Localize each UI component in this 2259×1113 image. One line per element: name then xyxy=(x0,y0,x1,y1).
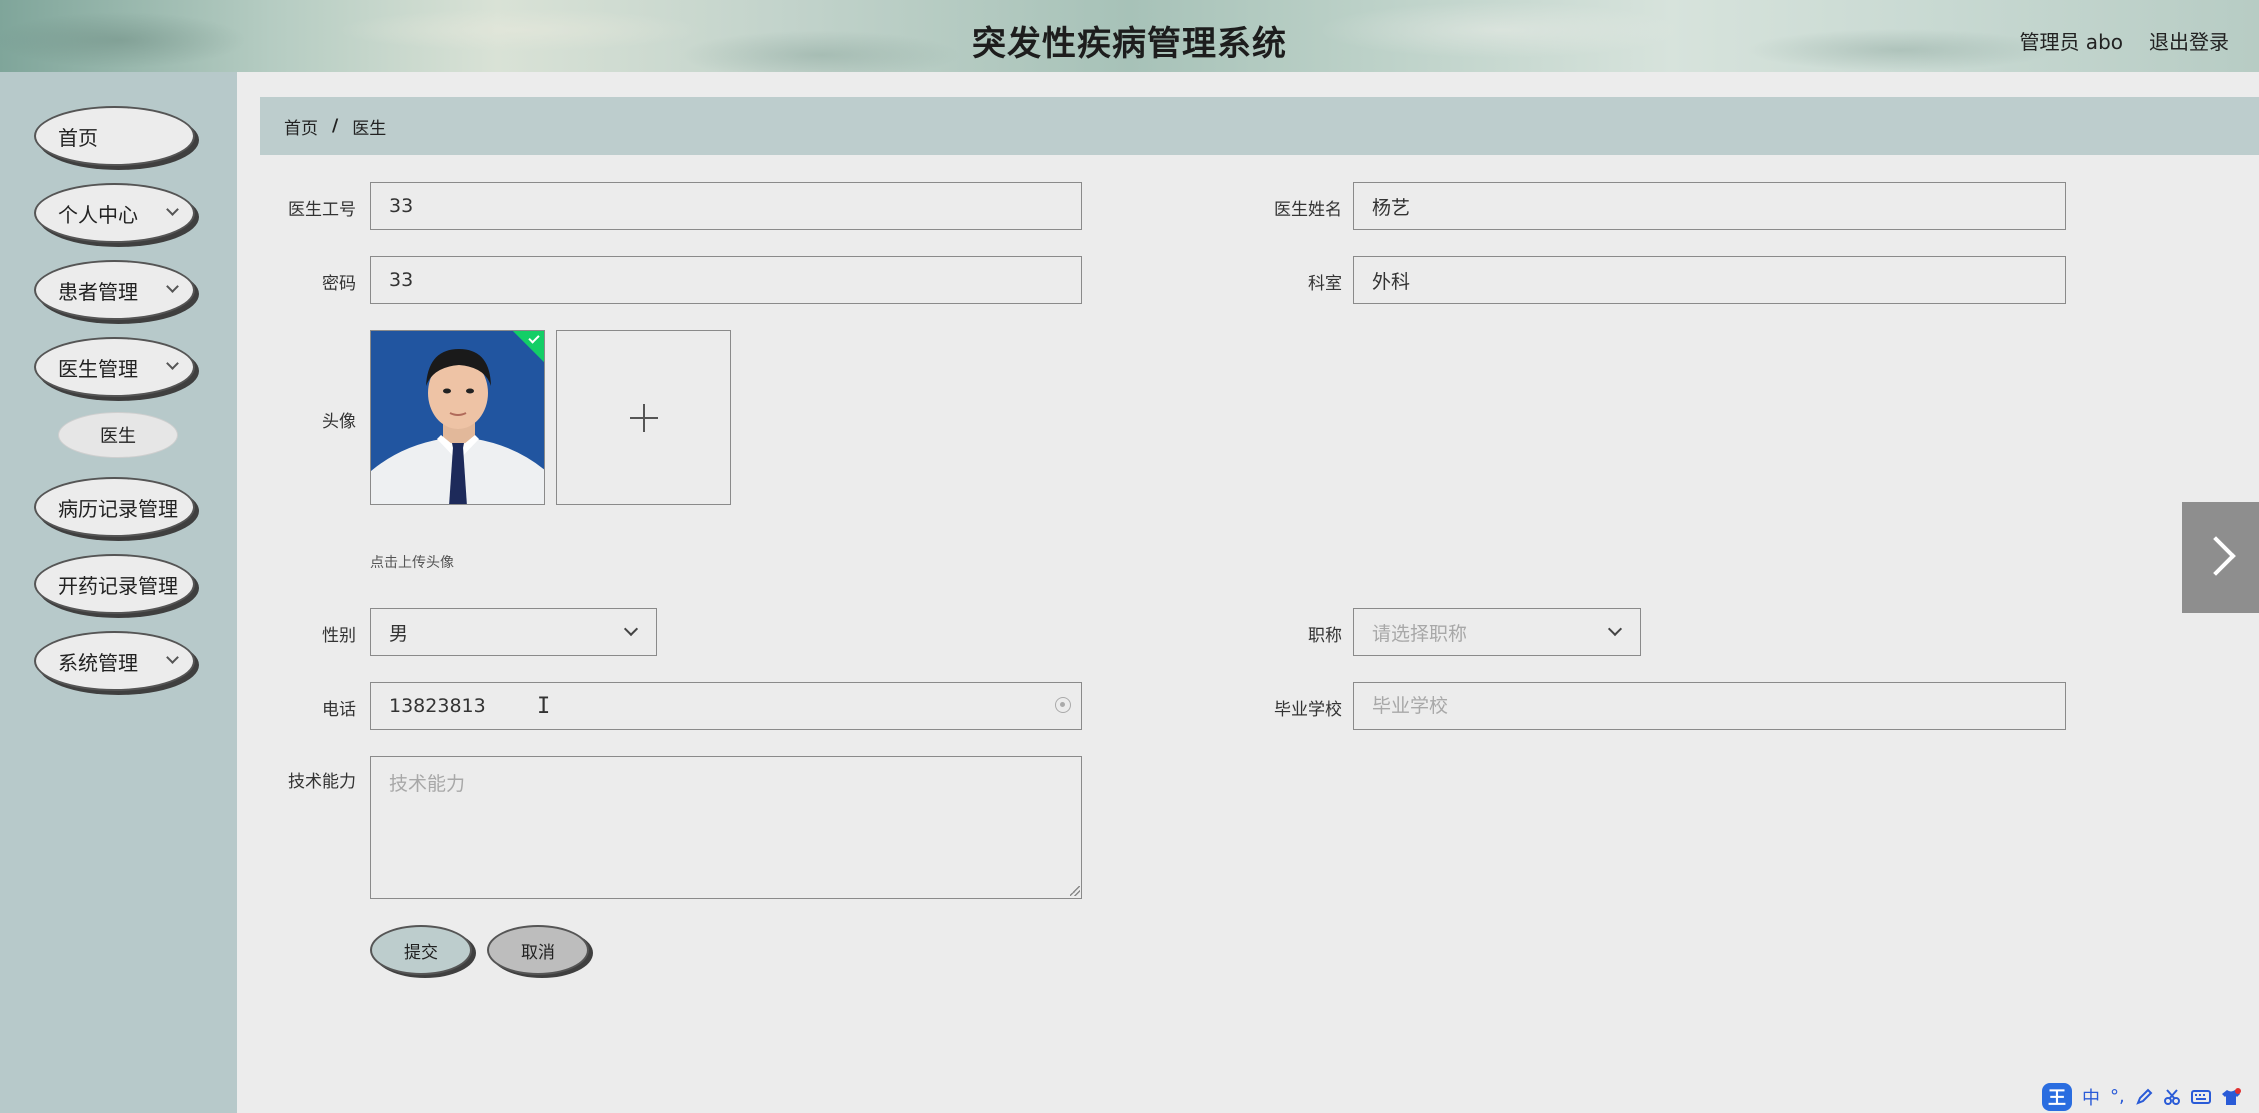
sidebar-item-label: 首页 xyxy=(58,125,98,150)
sidebar-item-label: 医生管理 xyxy=(58,356,138,381)
sidebar-item-label: 患者管理 xyxy=(58,279,138,304)
school-label: 毕业学校 xyxy=(1274,700,1342,720)
chevron-down-icon xyxy=(166,357,179,370)
sidebar-item-label: 个人中心 xyxy=(58,202,138,227)
resize-handle-icon[interactable] xyxy=(1070,886,1080,896)
cancel-button[interactable]: 取消 xyxy=(487,925,589,975)
text-cursor-icon: I xyxy=(537,694,551,719)
department-label: 科室 xyxy=(1308,274,1342,294)
breadcrumb-separator: / xyxy=(332,116,339,136)
skill-textarea[interactable] xyxy=(370,756,1082,899)
title-select[interactable]: 请选择职称 xyxy=(1353,608,1641,656)
skill-label: 技术能力 xyxy=(288,772,356,792)
breadcrumb: 首页 / 医生 xyxy=(260,97,2259,155)
current-user: 管理员 abo xyxy=(2019,30,2123,54)
ime-logo[interactable]: 王 xyxy=(2042,1082,2072,1111)
ime-mode[interactable]: 中 xyxy=(2082,1084,2100,1110)
sidebar: 首页 个人中心 患者管理 医生管理 医生 病历记录管理 开药记录管理 系统管理 xyxy=(0,72,237,1113)
ime-punctuation[interactable]: °, xyxy=(2110,1086,2125,1107)
logout-link[interactable]: 退出登录 xyxy=(2149,26,2229,55)
sidebar-item-personal-center[interactable]: 个人中心 xyxy=(34,183,195,243)
shirt-icon[interactable] xyxy=(2221,1087,2241,1106)
doctor-id-label: 医生工号 xyxy=(288,200,356,220)
submit-button[interactable]: 提交 xyxy=(370,925,472,975)
avatar-upload-hint: 点击上传头像 xyxy=(370,555,454,571)
doctor-photo xyxy=(371,331,544,504)
ime-toolbar: 王 中 °, xyxy=(2042,1080,2259,1113)
avatar-preview[interactable] xyxy=(370,330,545,505)
sidebar-subitem-doctor[interactable]: 医生 xyxy=(58,412,178,458)
doctor-name-label: 医生姓名 xyxy=(1274,200,1342,220)
sidebar-item-label: 开药记录管理 xyxy=(58,573,178,598)
title-label: 职称 xyxy=(1308,626,1342,646)
next-page-button[interactable] xyxy=(2182,502,2259,613)
password-label: 密码 xyxy=(322,274,356,294)
avatar-label: 头像 xyxy=(322,412,356,432)
chevron-down-icon xyxy=(623,621,639,637)
sidebar-item-prescription-records[interactable]: 开药记录管理 xyxy=(34,554,195,614)
school-input[interactable] xyxy=(1353,682,2066,730)
phone-input[interactable] xyxy=(370,682,1082,730)
chevron-down-icon xyxy=(166,651,179,664)
sidebar-item-medical-records[interactable]: 病历记录管理 xyxy=(34,477,195,537)
phone-label: 电话 xyxy=(322,700,356,720)
sidebar-item-doctor-management[interactable]: 医生管理 xyxy=(34,337,195,397)
plus-icon-vertical xyxy=(643,404,645,432)
gender-label: 性别 xyxy=(322,626,356,646)
chevron-down-icon xyxy=(166,203,179,216)
gender-selected-value: 男 xyxy=(389,622,409,645)
scissors-icon[interactable] xyxy=(2163,1088,2181,1106)
sidebar-item-patient-management[interactable]: 患者管理 xyxy=(34,260,195,320)
chevron-down-icon xyxy=(1607,621,1623,637)
app-title: 突发性疾病管理系统 xyxy=(972,24,1287,64)
title-select-placeholder: 请选择职称 xyxy=(1372,622,1468,645)
clear-input-icon[interactable] xyxy=(1055,697,1071,713)
breadcrumb-current: 医生 xyxy=(352,118,387,139)
chevron-down-icon xyxy=(166,280,179,293)
gender-select[interactable]: 男 xyxy=(370,608,657,656)
sidebar-subitem-label: 医生 xyxy=(100,426,136,447)
chevron-right-icon xyxy=(2196,536,2236,576)
password-input[interactable] xyxy=(370,256,1082,304)
sidebar-item-home[interactable]: 首页 xyxy=(34,106,195,166)
department-input[interactable] xyxy=(1353,256,2066,304)
sidebar-item-system-management[interactable]: 系统管理 xyxy=(34,631,195,691)
breadcrumb-home[interactable]: 首页 xyxy=(284,114,318,139)
avatar-upload-button[interactable] xyxy=(556,330,731,505)
doctor-name-input[interactable] xyxy=(1353,182,2066,230)
pen-icon[interactable] xyxy=(2135,1088,2153,1106)
sidebar-item-label: 系统管理 xyxy=(58,650,138,675)
sidebar-item-label: 病历记录管理 xyxy=(58,496,178,521)
doctor-id-input[interactable] xyxy=(370,182,1082,230)
keyboard-icon[interactable] xyxy=(2190,1089,2211,1105)
top-header: 突发性疾病管理系统 管理员 abo 退出登录 xyxy=(0,0,2259,72)
